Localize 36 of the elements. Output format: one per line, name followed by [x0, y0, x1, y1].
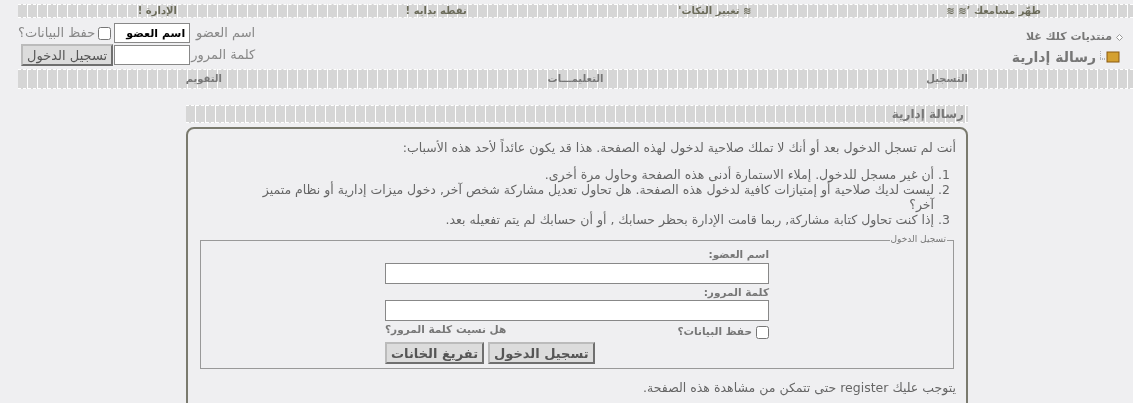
username-field[interactable]: اسم العضو — [114, 23, 191, 43]
intro-text: أنت لم تسجل الدخول بعد أو أنك لا تملك صلاحية لدخول لهذه الصفحة. هذا قد يكون عائداً لأحد هذه الأسباب: — [401, 138, 956, 158]
submit-button[interactable]: تسجيل الدخول — [21, 44, 114, 66]
remember-label: حفظ البيانات؟ — [677, 324, 752, 340]
username-field[interactable] — [385, 262, 769, 284]
reason-text: إذا كنت تحاول كتابة مشاركة, ربما قامت الإدارة بحظر حسابك , أو أن حسابك لم يتم تفعيله بعد. — [445, 212, 935, 228]
password-field[interactable] — [385, 300, 769, 322]
list-number: 1. — [938, 167, 950, 183]
message-title: رسالة إدارية — [891, 105, 964, 123]
remember-label: حفظ البيانات؟ — [18, 24, 96, 43]
nav-link[interactable]: التعليمـــات — [389, 71, 762, 86]
reason-text: أن غير مسجل للدخول. إملاء الاستمارة أدنى هذه الصفحة وحاول مرة أخرى. — [544, 167, 935, 183]
submit-button[interactable]: تفريغ الخانات — [385, 342, 485, 364]
top-link[interactable]: طهّر مسامعك ’≋ ≋ — [854, 5, 1133, 17]
remember-checkbox[interactable] — [756, 325, 769, 339]
forgot-password-link[interactable]: هل نسيت كلمة المرور؟ — [385, 322, 507, 338]
submit-button[interactable]: تسجيل الدخول — [488, 342, 595, 364]
username-label: اسم العضو: — [707, 246, 769, 263]
top-link[interactable]: نقطه بدايه ! — [296, 5, 576, 17]
username-label: اسم العضو — [194, 24, 256, 43]
password-field[interactable] — [114, 45, 191, 65]
list-number: 2. — [938, 182, 950, 200]
top-link[interactable]: ≋ تغيير النكات' — [575, 5, 855, 17]
remember-checkbox[interactable] — [98, 26, 112, 40]
fieldset-legend: تسجيل الدخول — [889, 233, 947, 247]
forum-link[interactable]: منتديات كلك غلا — [1025, 29, 1112, 46]
footer-text: يتوجب عليك register حتى تتمكن من مشاهدة هذه الصفحة. — [642, 379, 956, 398]
password-label: كلمة المرور — [191, 46, 256, 65]
diamond-icon — [1116, 33, 1123, 41]
list-number: 3. — [938, 212, 950, 228]
password-label: كلمة المرور: — [702, 284, 769, 301]
nav-link[interactable]: التقويم — [18, 71, 390, 86]
top-link[interactable]: الإدارة ! — [18, 5, 297, 17]
nav-link[interactable]: التسجيل — [761, 71, 1133, 86]
folder-icon — [1100, 51, 1120, 63]
page-title: رسالة إدارية — [1011, 47, 1096, 67]
